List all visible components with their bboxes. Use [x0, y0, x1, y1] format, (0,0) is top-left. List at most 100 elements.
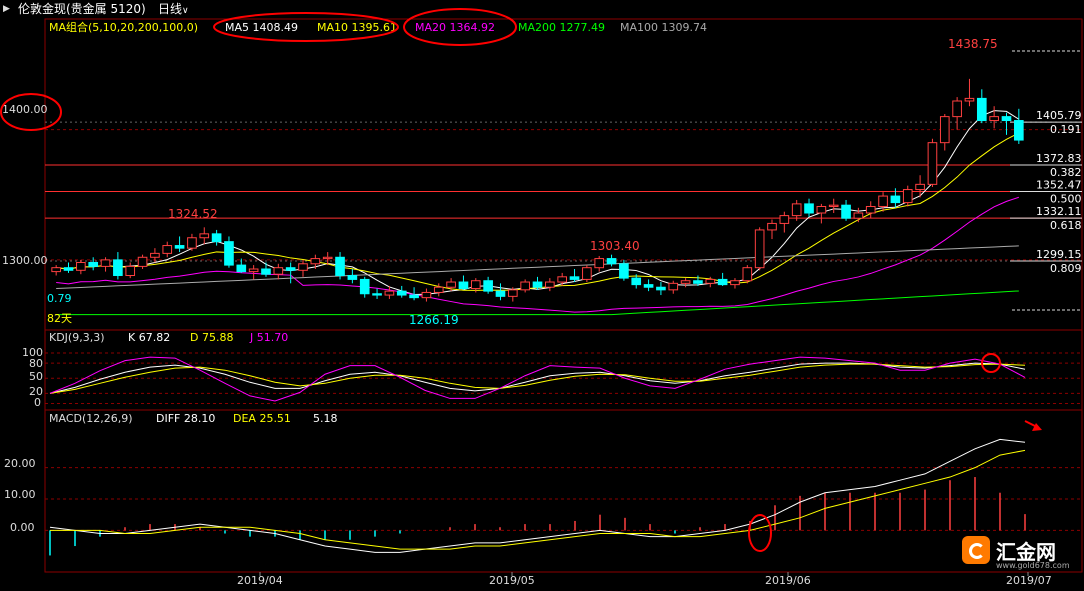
x-axis [259, 572, 1029, 576]
kdj-d-legend: D 75.88 [190, 331, 233, 344]
candle-body [396, 290, 407, 296]
candle-body [1014, 120, 1024, 141]
candle-body [273, 267, 284, 275]
ma200-line [56, 290, 1019, 316]
ma20-legend: MA20 1364.92 [415, 21, 495, 34]
candle-body [606, 258, 617, 265]
candle-body [113, 259, 123, 277]
candle-body [137, 256, 148, 267]
candle-body [507, 289, 518, 297]
candle-body [483, 280, 493, 292]
fib-price-label: 1372.83 [1036, 152, 1082, 165]
candle-body [63, 267, 74, 271]
candle-body [717, 278, 728, 286]
candle-body [841, 204, 851, 219]
x-tick-jun: 2019/06 [765, 574, 811, 587]
candle-body [693, 280, 703, 284]
candle-body [298, 263, 308, 271]
low-annotation-1: 1266.19 [409, 313, 459, 327]
candle-body [174, 245, 185, 249]
candle-body [495, 290, 506, 297]
ma10-legend: MA10 1395.61 [317, 21, 397, 34]
candle-body [421, 291, 432, 299]
ma5-legend: MA5 1408.49 [225, 21, 298, 34]
candle-body [248, 268, 259, 273]
candle-body [668, 282, 679, 291]
candle-body [125, 265, 136, 277]
macd-value-legend: 5.18 [313, 412, 338, 425]
candle-body [51, 267, 61, 273]
fib-ratio-label: 0.809 [1050, 262, 1082, 275]
y-tick-1400: 1400.00 [2, 103, 48, 116]
kdj-tick-80: 80 [29, 357, 43, 370]
left-value-label: 0.79 [47, 292, 72, 305]
candle-body [520, 281, 530, 291]
candle-body [594, 258, 605, 269]
fib-ratio-label: 0.618 [1050, 219, 1082, 232]
days-label: 82天 [47, 312, 72, 325]
candle-body [384, 290, 395, 296]
kdj-panel [45, 352, 1082, 404]
candle-body [730, 280, 740, 286]
macd-diff-legend: DIFF 28.10 [156, 412, 215, 425]
annotation-arrow-icon [1024, 420, 1042, 431]
candle-body [804, 203, 814, 214]
candle-body [779, 215, 790, 224]
fib-price-label: 1299.15 [1036, 248, 1082, 261]
candle-body [853, 212, 864, 219]
candle-body [76, 261, 86, 271]
macd-panel-border [44, 409, 1083, 573]
candle-body [890, 195, 901, 204]
ma200-legend: MA200 1277.49 [518, 21, 605, 34]
fib-price-label: 1332.11 [1036, 205, 1082, 218]
candle-body [1001, 116, 1012, 122]
candle-body [631, 277, 642, 286]
candle-body [569, 276, 580, 280]
kdj-j-legend: J 51.70 [249, 331, 288, 344]
candle-body [322, 256, 333, 260]
candle-body [236, 264, 247, 273]
x-tick-apr: 2019/04 [237, 574, 283, 587]
candle-body [224, 241, 234, 266]
candle-body [409, 294, 419, 299]
fib-price-label: 1352.47 [1036, 179, 1082, 192]
x-tick-may: 2019/05 [489, 574, 535, 587]
candle-body [915, 183, 925, 191]
x-tick-jul: 2019/07 [1006, 574, 1052, 587]
macd-dea-line [50, 449, 1026, 550]
macd-tick-20: 20.00 [4, 457, 36, 470]
candle-body [211, 233, 222, 243]
price-gridlines [45, 129, 1082, 261]
kdj-legend-label: KDJ(9,3,3) [49, 331, 105, 344]
fib-price-label: 1405.79 [1036, 109, 1082, 122]
candle-body [100, 259, 111, 267]
macd-legend-label: MACD(12,26,9) [49, 412, 133, 425]
fib-ratio-label: 0.191 [1050, 123, 1082, 136]
candle-body [656, 286, 666, 291]
candle-body [828, 204, 839, 207]
candle-body [335, 256, 345, 277]
annotation-circle-kdj [981, 353, 1001, 373]
watermark: 汇金网 www.gold678.com [960, 530, 1072, 574]
candle-body [989, 116, 999, 122]
kdj-tick-0: 0 [34, 396, 41, 409]
candle-body [619, 263, 629, 279]
candle-body [88, 261, 99, 267]
candle-body [470, 280, 481, 290]
candle-body [742, 267, 753, 282]
candle-body [285, 267, 296, 271]
kdj-k-legend: K 67.82 [128, 331, 170, 344]
candle-body [816, 205, 827, 214]
fib-levels: 1405.790.191 1372.830.3821352.470.5001332… [45, 50, 1082, 311]
brand-logo-icon [962, 536, 990, 564]
watermark-url: www.gold678.com [996, 561, 1070, 570]
candle-body [643, 284, 654, 288]
candle-body [150, 252, 160, 258]
chart-frame [44, 18, 1083, 573]
candle-body [582, 267, 592, 280]
candle-body [545, 281, 555, 288]
chart-canvas[interactable]: 1405.790.191 1372.830.3821352.470.5001332… [0, 0, 1084, 591]
candle-body [865, 205, 876, 214]
candle-body [754, 229, 765, 269]
high-annotation-1: 1324.52 [168, 207, 218, 221]
